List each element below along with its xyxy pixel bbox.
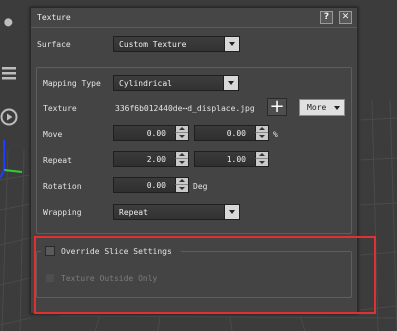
surface-label: Surface: [37, 40, 71, 49]
rotation-spinbox[interactable]: 0.00: [113, 177, 189, 193]
highlight-box: [34, 236, 376, 314]
close-button[interactable]: ✕: [339, 11, 352, 24]
decrement-arrow-icon[interactable]: [255, 159, 268, 166]
more-button[interactable]: More: [299, 99, 345, 116]
more-button-label: More: [307, 103, 327, 112]
texture-filename: 336f6b012440de⋯d_displace.jpg: [115, 104, 255, 113]
move-label: Move: [43, 130, 63, 139]
repeat-y-spinbox[interactable]: 1.00: [194, 151, 269, 167]
rotation-label: Rotation: [43, 182, 82, 191]
rotation-value: 0.00: [146, 181, 166, 190]
increment-arrow-icon[interactable]: [175, 126, 188, 133]
mapping-group: Mapping Type Cylindrical Texture 336f6b0…: [36, 67, 352, 234]
wrapping-label: Wrapping: [43, 208, 82, 217]
move-y-value: 0.00: [226, 129, 246, 138]
dialog-titlebar: Texture ? ✕: [31, 8, 357, 28]
menu-icon[interactable]: [0, 64, 18, 82]
dialog-title: Texture: [37, 13, 71, 22]
increment-arrow-icon[interactable]: [175, 152, 188, 159]
move-x-spinbox[interactable]: 0.00: [113, 125, 189, 141]
repeat-y-value: 1.00: [226, 155, 246, 164]
increment-arrow-icon[interactable]: [175, 178, 188, 185]
wrench-icon[interactable]: [0, 18, 18, 36]
help-button[interactable]: ?: [320, 11, 333, 24]
add-texture-button[interactable]: +: [267, 98, 287, 116]
repeat-label: Repeat: [43, 156, 72, 165]
chevron-down-icon: [224, 37, 239, 51]
decrement-arrow-icon[interactable]: [175, 185, 188, 192]
rotation-unit: Deg: [193, 182, 208, 191]
texture-label: Texture: [43, 104, 77, 113]
move-unit: %: [273, 130, 278, 139]
surface-select[interactable]: Custom Texture: [113, 36, 240, 52]
move-x-value: 0.00: [146, 129, 166, 138]
chevron-down-icon: [223, 76, 238, 90]
mapping-type-select[interactable]: Cylindrical: [113, 75, 239, 91]
decrement-arrow-icon[interactable]: [175, 133, 188, 140]
mapping-type-value: Cylindrical: [119, 79, 172, 88]
axis-gizmo: [0, 140, 23, 179]
wrapping-select[interactable]: Repeat: [113, 204, 240, 220]
repeat-x-value: 2.00: [146, 155, 166, 164]
mapping-type-label: Mapping Type: [43, 79, 101, 88]
left-toolbar: [0, 12, 22, 132]
move-y-spinbox[interactable]: 0.00: [194, 125, 269, 141]
decrement-arrow-icon[interactable]: [255, 133, 268, 140]
surface-select-value: Custom Texture: [119, 40, 187, 49]
increment-arrow-icon[interactable]: [255, 152, 268, 159]
increment-arrow-icon[interactable]: [255, 126, 268, 133]
repeat-x-spinbox[interactable]: 2.00: [113, 151, 189, 167]
wrapping-value: Repeat: [119, 208, 148, 217]
decrement-arrow-icon[interactable]: [175, 159, 188, 166]
chevron-down-icon: [334, 106, 340, 110]
chevron-down-icon: [224, 205, 239, 219]
play-icon[interactable]: [0, 108, 18, 126]
